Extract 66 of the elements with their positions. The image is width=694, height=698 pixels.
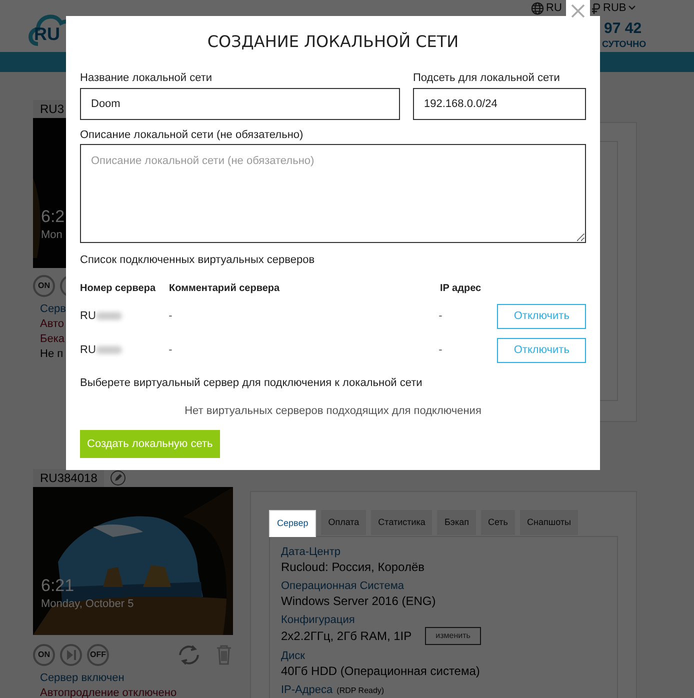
redaction-blur [96,312,122,320]
field-label: Описание локальной сети (не обязательно) [80,128,304,143]
field-label: Конфигурация [281,613,355,627]
table-cell-text: RU [80,308,96,324]
server-tab[interactable]: Бэкап [437,510,476,535]
language-selector[interactable]: RU [546,3,562,14]
field-label: Операционная Система [281,579,404,593]
status-text: Бека [40,332,65,347]
power-button[interactable]: OFF [87,644,109,666]
play-pause-icon[interactable] [60,644,82,666]
field-label: Подсеть для локальной сети [413,71,561,86]
table-cell-text: - [168,308,174,324]
pencil-icon[interactable] [110,470,126,486]
status-text: Не п [40,347,64,362]
trash-icon[interactable] [215,644,233,666]
phone-note: СУТОЧНО [602,40,646,49]
globe-icon[interactable] [531,2,544,15]
status-text: Сервер включен [40,671,124,686]
server-tab[interactable]: Снапшоты [520,510,578,535]
field-value: Windows Server 2016 (ENG) [281,593,436,609]
change-button[interactable]: изменить [424,627,482,645]
screen-date: Mon [41,230,62,241]
phone-number: 97 42 [604,21,642,36]
field-label: Дата-Центр [281,545,341,559]
screen-time: 6:21 [41,577,74,594]
description-field[interactable]: Описание локальной сети (не обязательно) [80,144,586,243]
section-title: Выберете виртуальный сервер для подключения к локальной сети [80,376,424,391]
section-title: Список подключенных виртуальных серверов [80,253,316,268]
empty-message: Нет виртуальных серверов подходящих для подключения [184,404,482,419]
table-cell-text: - [168,342,174,358]
column-header: Комментарий сервера [169,282,281,296]
field-value: 40Гб HDD (Операционная система) [281,663,480,679]
field-label: IP-Адреса [281,683,333,697]
table-cell-text: - [438,308,444,324]
field-value: Rucloud: Россия, Королёв [281,559,425,575]
table-cell-text: RU [80,342,96,358]
redaction-blur [96,346,122,354]
logo-text: RU [34,25,60,43]
column-header: IP адрес [440,282,482,296]
field-label: Название локальной сети [80,71,214,86]
screen-time: 6:2 [41,208,65,225]
create-network-button[interactable]: Создать локальную сеть [80,430,220,458]
disconnect-button[interactable]: Отключить [497,304,586,328]
field-note: (RDP Ready) [336,685,384,697]
status-text: Серв [40,302,66,317]
table-cell-text: - [438,342,444,358]
server-tab[interactable]: Статистика [371,510,432,535]
subnet-field[interactable]: 192.168.0.0/24 [413,88,586,120]
status-text: Автопродление отключено [40,686,177,698]
close-icon [571,4,585,18]
ruble-icon[interactable] [591,3,600,14]
screen-date: Monday, October 5 [41,599,134,610]
status-text: Авто [40,317,64,332]
modal-title: СОЗДАНИЕ ЛОКАЛЬНОЙ СЕТИ [206,31,460,53]
currency-selector[interactable]: RUB [603,3,626,14]
network-name-field[interactable]: Doom [80,88,400,120]
field-label: Диск [281,649,305,663]
power-button[interactable]: ON [33,275,55,297]
column-header: Номер сервера [80,282,157,296]
disconnect-button[interactable]: Отключить [497,338,586,362]
chevron-down-icon [628,5,636,11]
server-tab[interactable]: Сервер [269,510,316,537]
server-tab[interactable]: Оплата [321,510,366,535]
server-tab[interactable]: Сеть [480,510,515,535]
power-button[interactable]: ON [33,644,55,666]
field-value: 2x2.2ГГц, 2Гб RAM, 1IP [281,628,412,644]
